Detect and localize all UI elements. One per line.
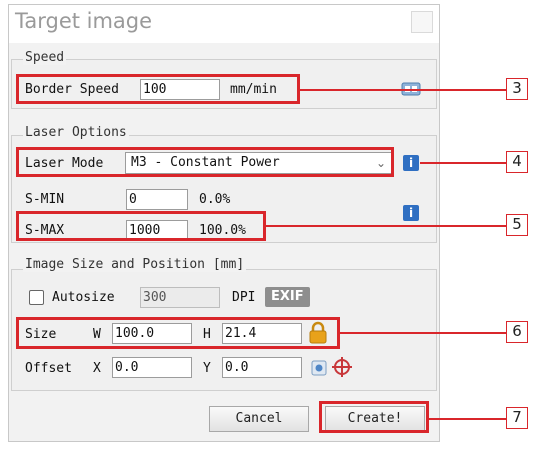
smin-label: S-MIN <box>25 192 65 207</box>
callout-4: 4 <box>506 151 528 173</box>
smin-percent: 0.0% <box>199 192 231 207</box>
height-label: H <box>203 327 211 342</box>
offset-label: Offset <box>25 361 72 376</box>
leader-line-7 <box>429 418 506 420</box>
smax-input[interactable]: 1000 <box>126 220 188 241</box>
laser-mode-select[interactable]: M3 - Constant Power ⌄ <box>125 152 393 174</box>
info-icon[interactable]: i <box>403 205 419 221</box>
width-label: W <box>93 327 101 342</box>
laser-options-group-label: Laser Options <box>23 125 129 140</box>
crosshair-icon[interactable] <box>331 356 353 378</box>
create-button[interactable]: Create! <box>325 406 425 432</box>
target-image-dialog: Target image Speed Border Speed 100 mm/m… <box>8 4 440 442</box>
border-speed-label: Border Speed <box>25 82 119 97</box>
dpi-input[interactable]: 300 <box>140 287 220 308</box>
center-icon[interactable] <box>311 360 327 376</box>
leader-line-3 <box>300 89 506 91</box>
title-bar: Target image <box>9 5 439 43</box>
leader-line-6 <box>340 332 506 334</box>
border-speed-input[interactable]: 100 <box>140 79 220 100</box>
offset-y-label: Y <box>203 361 211 376</box>
image-size-group-label: Image Size and Position [mm] <box>23 257 247 272</box>
info-icon[interactable]: i <box>403 155 419 171</box>
offset-x-label: X <box>93 361 101 376</box>
laser-mode-value: M3 - Constant Power <box>131 155 280 170</box>
offset-x-input[interactable]: 0.0 <box>112 357 192 378</box>
width-input[interactable]: 100.0 <box>112 323 192 344</box>
close-icon[interactable] <box>411 11 433 33</box>
dialog-title: Target image <box>15 9 153 33</box>
autosize-label: Autosize <box>52 290 115 305</box>
dpi-label: DPI <box>232 290 256 305</box>
speed-group-label: Speed <box>23 50 67 65</box>
smax-percent: 100.0% <box>199 223 246 238</box>
callout-6: 6 <box>506 321 528 343</box>
speed-unit-label: mm/min <box>230 82 277 97</box>
autosize-checkbox[interactable] <box>29 290 44 305</box>
size-label: Size <box>25 327 57 342</box>
leader-line-4 <box>420 162 506 164</box>
smin-input[interactable]: 0 <box>126 189 188 210</box>
chevron-down-icon: ⌄ <box>375 156 386 170</box>
height-input[interactable]: 21.4 <box>222 323 302 344</box>
offset-y-input[interactable]: 0.0 <box>222 357 302 378</box>
callout-3: 3 <box>506 78 528 100</box>
cancel-button[interactable]: Cancel <box>209 406 309 432</box>
exif-button[interactable]: EXIF <box>265 287 310 307</box>
callout-7: 7 <box>506 407 528 429</box>
leader-line-5 <box>266 225 506 227</box>
smax-label: S-MAX <box>25 223 65 238</box>
lock-icon[interactable] <box>308 321 328 345</box>
laser-mode-label: Laser Mode <box>25 156 104 171</box>
callout-5: 5 <box>506 214 528 236</box>
